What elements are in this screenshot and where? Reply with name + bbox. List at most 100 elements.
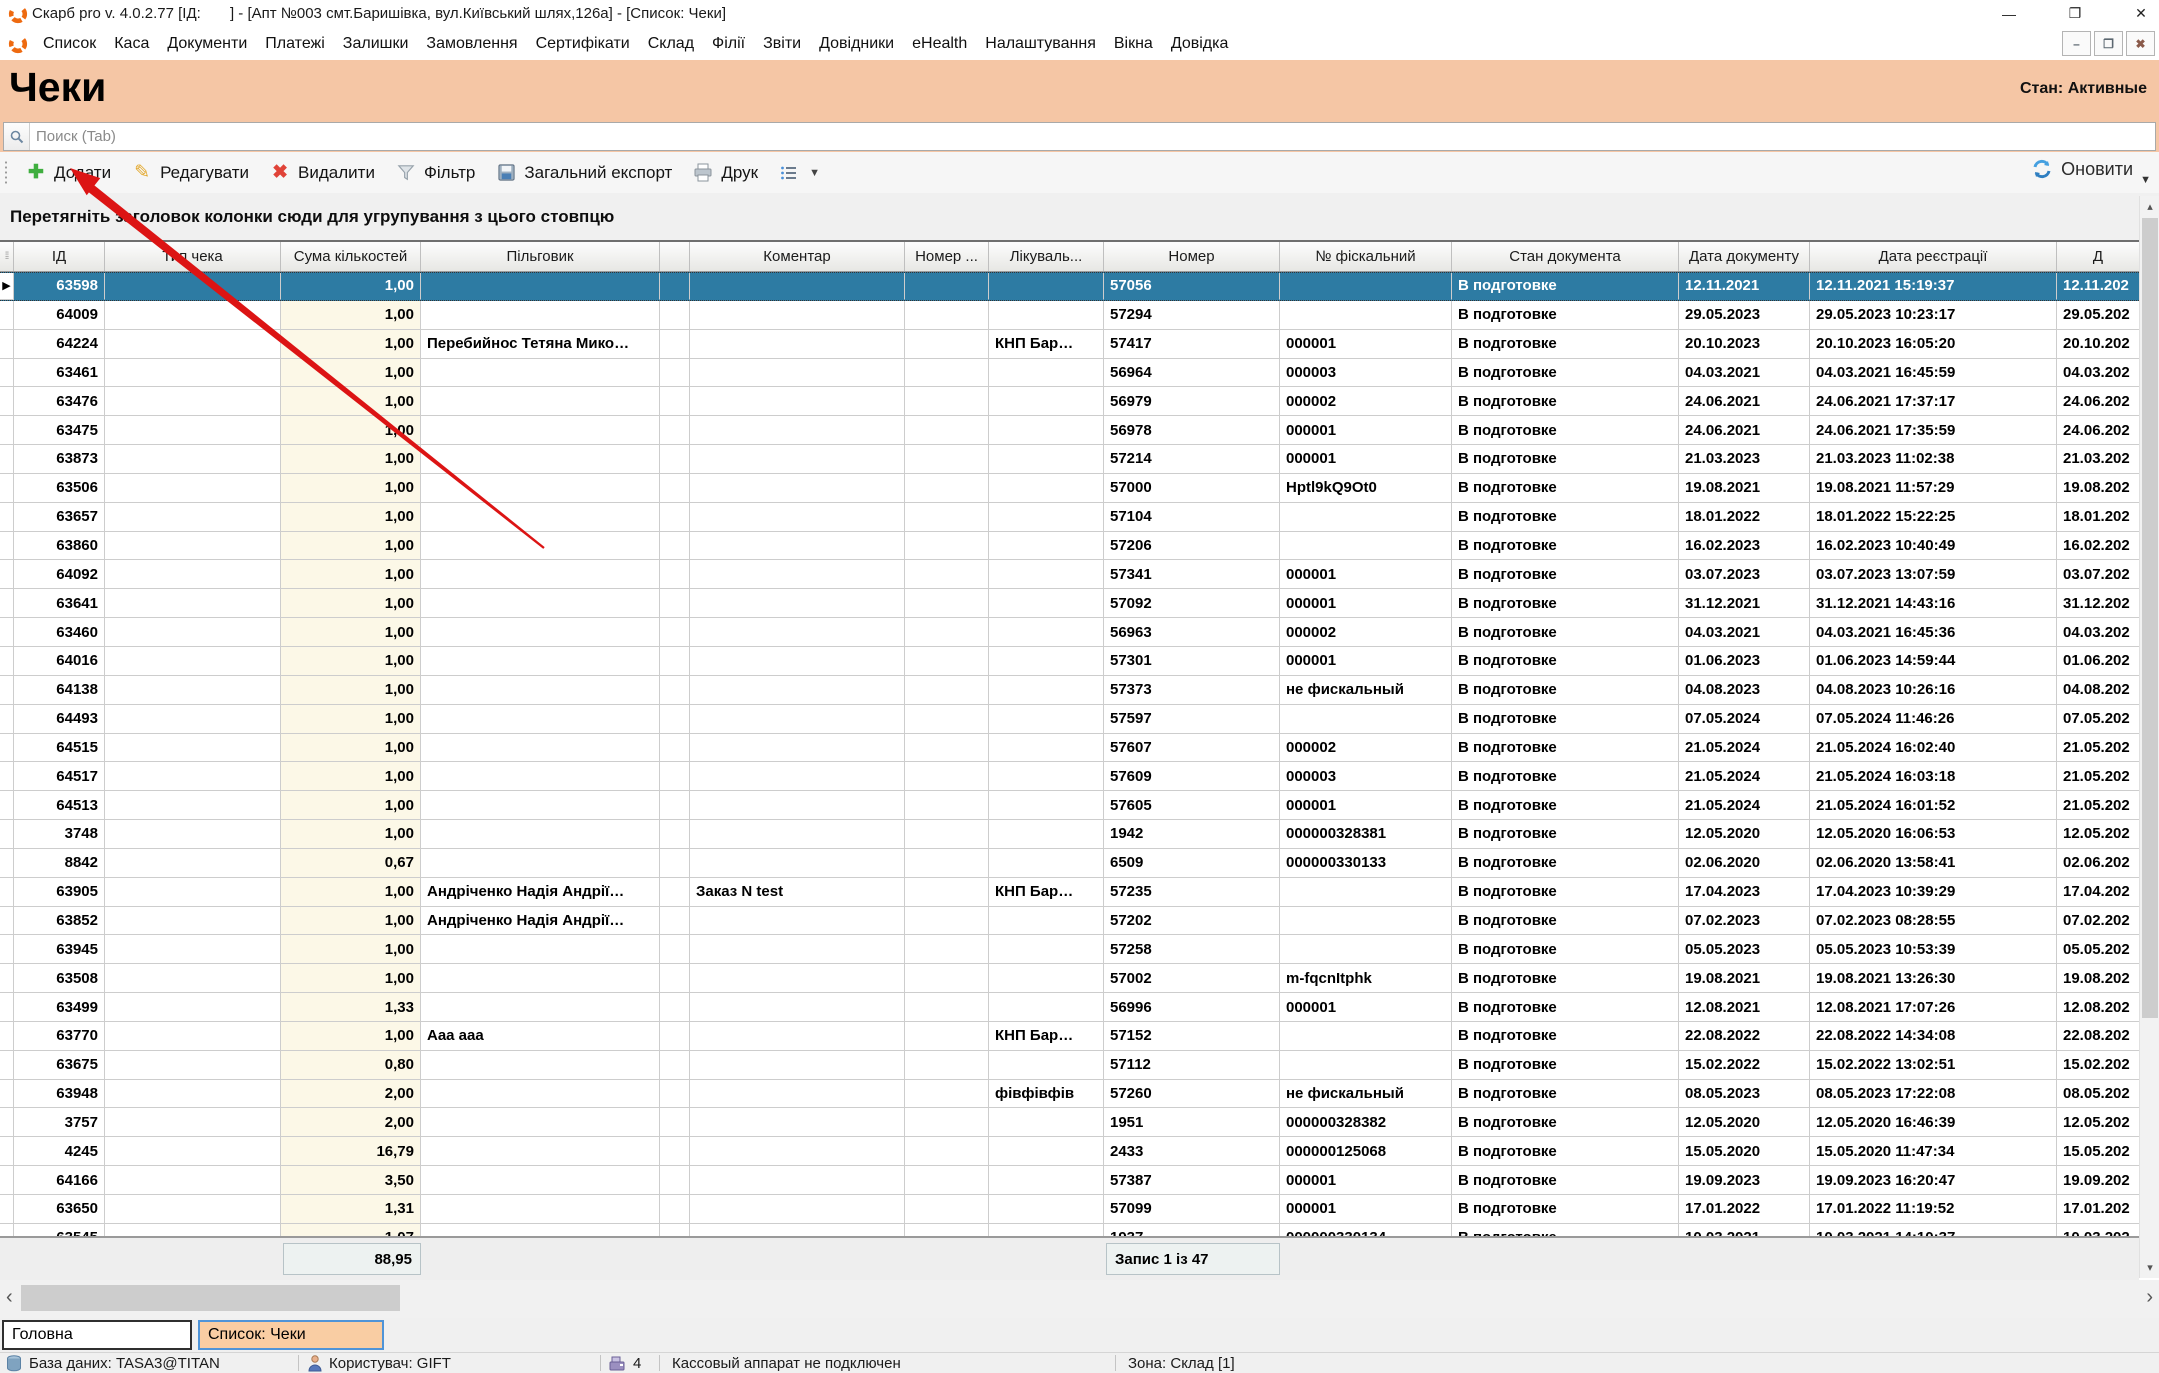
summary-row: 88,95 Запис 1 із 47 <box>0 1236 2139 1280</box>
column-header-number-etc[interactable]: Номер ... <box>905 242 989 271</box>
table-row[interactable]: 645131,00 57605 000001В подготовке21.05.… <box>0 791 2139 820</box>
table-row[interactable]: 638601,00 57206 В подготовке16.02.2023 1… <box>0 532 2139 561</box>
horizontal-scroll-thumb[interactable] <box>21 1285 400 1311</box>
scroll-left-icon[interactable]: ‹ <box>6 1286 13 1309</box>
scroll-right-icon[interactable]: › <box>2146 1286 2153 1309</box>
column-options-button[interactable]: ▼ <box>768 158 830 188</box>
table-row[interactable]: 636411,00 57092 000001В подготовке31.12.… <box>0 589 2139 618</box>
toolbar-grip <box>4 160 9 186</box>
mdi-window-buttons: – ❐ ✖ <box>2062 31 2155 56</box>
table-row[interactable]: 88420,67 6509 000000330133В подготовке02… <box>0 849 2139 878</box>
row-indicator <box>0 1108 14 1137</box>
column-header-id[interactable]: ІД <box>14 242 105 271</box>
column-header-fiscal-no[interactable]: № фіскальний <box>1280 242 1452 271</box>
row-indicator <box>0 1195 14 1224</box>
filter-button[interactable]: Фільтр <box>385 158 485 188</box>
delete-button[interactable]: ✖ Видалити <box>259 158 385 188</box>
table-row[interactable]: 639451,00 57258 В подготовке05.05.2023 0… <box>0 935 2139 964</box>
table-row[interactable]: 634601,00 56963 000002В подготовке04.03.… <box>0 618 2139 647</box>
table-row[interactable]: 634761,00 56979 000002В подготовке24.06.… <box>0 387 2139 416</box>
table-row[interactable]: 639482,00 фівфівфів57260 не фискальныйВ … <box>0 1080 2139 1109</box>
menu-item-12[interactable]: eHealth <box>903 35 976 53</box>
table-row[interactable]: 635451,07 1937 000000330134В подготовке1… <box>0 1224 2139 1236</box>
column-header-date-cut[interactable]: Д <box>2057 242 2139 271</box>
table-row[interactable]: 638731,00 57214 000001В подготовке21.03.… <box>0 445 2139 474</box>
table-row[interactable]: 636571,00 57104 В подготовке18.01.2022 1… <box>0 503 2139 532</box>
title-bar: Скарб pro v. 4.0.2.77 [ІД: ] - [Апт №003… <box>0 0 2159 27</box>
vertical-scrollbar[interactable]: ▴ ▾ <box>2139 196 2159 1278</box>
menu-item-8[interactable]: Склад <box>639 35 703 53</box>
table-row[interactable]: 642241,00 Перебийнос Тетяна Мико… КНП Ба… <box>0 330 2139 359</box>
refresh-caret-icon[interactable]: ▼ <box>2140 174 2151 186</box>
vertical-scroll-thumb[interactable] <box>2142 218 2158 1018</box>
table-row[interactable]: 645171,00 57609 000003В подготовке21.05.… <box>0 762 2139 791</box>
column-header-check-type[interactable]: Тип чека <box>105 242 281 271</box>
scroll-down-icon[interactable]: ▾ <box>2140 1261 2159 1274</box>
row-indicator <box>0 676 14 705</box>
table-row[interactable]: 644931,00 57597 В подготовке07.05.2024 0… <box>0 705 2139 734</box>
table-row[interactable]: 636750,80 57112 В подготовке15.02.2022 1… <box>0 1051 2139 1080</box>
document-tabs: Головна Список: Чеки <box>0 1318 2159 1352</box>
menu-item-9[interactable]: Філії <box>703 35 754 53</box>
column-header-reg-date[interactable]: Дата реєстрації <box>1810 242 2057 271</box>
table-row[interactable]: 639051,00 Андріченко Надія Андрії…Заказ … <box>0 878 2139 907</box>
menu-item-11[interactable]: Довідники <box>810 35 903 53</box>
table-row[interactable]: 641663,50 57387 000001В подготовке19.09.… <box>0 1166 2139 1195</box>
table-row[interactable]: 640921,00 57341 000001В подготовке03.07.… <box>0 560 2139 589</box>
add-button[interactable]: ✚ Додати <box>15 158 121 188</box>
tab-home[interactable]: Головна <box>2 1320 192 1350</box>
menu-item-5[interactable]: Залишки <box>334 35 418 53</box>
table-row[interactable]: 641381,00 57373 не фискальныйВ подготовк… <box>0 676 2139 705</box>
column-header-beneficiary[interactable]: Пільговик <box>421 242 660 271</box>
export-button[interactable]: Загальний експорт <box>485 158 682 188</box>
table-row[interactable]: 645151,00 57607 000002В подготовке21.05.… <box>0 734 2139 763</box>
menu-item-4[interactable]: Платежі <box>256 35 334 53</box>
column-header-doc-date[interactable]: Дата документу <box>1679 242 1810 271</box>
row-indicator: ▶ <box>0 273 14 300</box>
column-header-qty-sum[interactable]: Сума кількостей <box>281 242 421 271</box>
table-row[interactable]: 634991,33 56996 000001В подготовке12.08.… <box>0 993 2139 1022</box>
restore-button[interactable]: ❐ <box>2065 5 2085 22</box>
menu-item-10[interactable]: Звіти <box>754 35 810 53</box>
refresh-button[interactable]: Оновити <box>2031 158 2133 180</box>
menu-item-7[interactable]: Сертифікати <box>527 35 639 53</box>
row-indicator <box>0 705 14 734</box>
table-row[interactable]: 638521,00 Андріченко Надія Андрії… 57202… <box>0 907 2139 936</box>
group-by-panel[interactable]: Перетягніть заголовок колонки сюди для у… <box>0 193 2159 240</box>
menu-item-2[interactable]: Каса <box>105 35 158 53</box>
column-header-comment[interactable]: Коментар <box>690 242 905 271</box>
tab-list-cheki[interactable]: Список: Чеки <box>198 1320 384 1350</box>
menu-item-15[interactable]: Довідка <box>1162 35 1238 53</box>
minimize-button[interactable]: — <box>1999 6 2019 22</box>
table-row[interactable]: 635061,00 57000 Hptl9kQ9Ot0В подготовке1… <box>0 474 2139 503</box>
menu-item-1[interactable]: Список <box>34 35 105 53</box>
table-row[interactable]: 634751,00 56978 000001В подготовке24.06.… <box>0 416 2139 445</box>
mdi-close-button[interactable]: ✖ <box>2126 31 2155 56</box>
table-row[interactable]: 636501,31 57099 000001В подготовке17.01.… <box>0 1195 2139 1224</box>
table-row[interactable]: 637701,00 Aaa aaa КНП Бар…57152 В подгот… <box>0 1022 2139 1051</box>
menu-item-6[interactable]: Замовлення <box>417 35 526 53</box>
search-input[interactable]: Поиск (Tab) <box>3 122 2156 151</box>
table-row[interactable]: 634611,00 56964 000003В подготовке04.03.… <box>0 359 2139 388</box>
table-row[interactable]: ▶ 635981,00 57056 В подготовке12.11.2021… <box>0 272 2139 301</box>
table-row[interactable]: 640091,00 57294 В подготовке29.05.2023 2… <box>0 301 2139 330</box>
column-header-number[interactable]: Номер <box>1104 242 1280 271</box>
table-row[interactable]: 37572,00 1951 000000328382В подготовке12… <box>0 1108 2139 1137</box>
mdi-restore-button[interactable]: ❐ <box>2094 31 2123 56</box>
scroll-up-icon[interactable]: ▴ <box>2140 200 2159 213</box>
table-row[interactable]: 635081,00 57002 m-fqcnItphkВ подготовке1… <box>0 964 2139 993</box>
close-button[interactable]: ✕ <box>2131 5 2151 22</box>
menu-item-3[interactable]: Документи <box>158 35 256 53</box>
edit-button[interactable]: ✎ Редагувати <box>121 158 259 188</box>
column-header-spacer[interactable] <box>660 242 690 271</box>
menu-item-14[interactable]: Вікна <box>1105 35 1162 53</box>
horizontal-scrollbar[interactable]: ‹ › <box>0 1280 2159 1318</box>
table-row[interactable]: 37481,00 1942 000000328381В подготовке12… <box>0 820 2139 849</box>
column-header-medical[interactable]: Лікуваль... <box>989 242 1104 271</box>
table-row[interactable]: 640161,00 57301 000001В подготовке01.06.… <box>0 647 2139 676</box>
print-button[interactable]: Друк <box>682 158 768 188</box>
mdi-minimize-button[interactable]: – <box>2062 31 2091 56</box>
table-row[interactable]: 424516,79 2433 000000125068В подготовке1… <box>0 1137 2139 1166</box>
menu-item-13[interactable]: Налаштування <box>976 35 1105 53</box>
column-header-doc-state[interactable]: Стан документа <box>1452 242 1679 271</box>
